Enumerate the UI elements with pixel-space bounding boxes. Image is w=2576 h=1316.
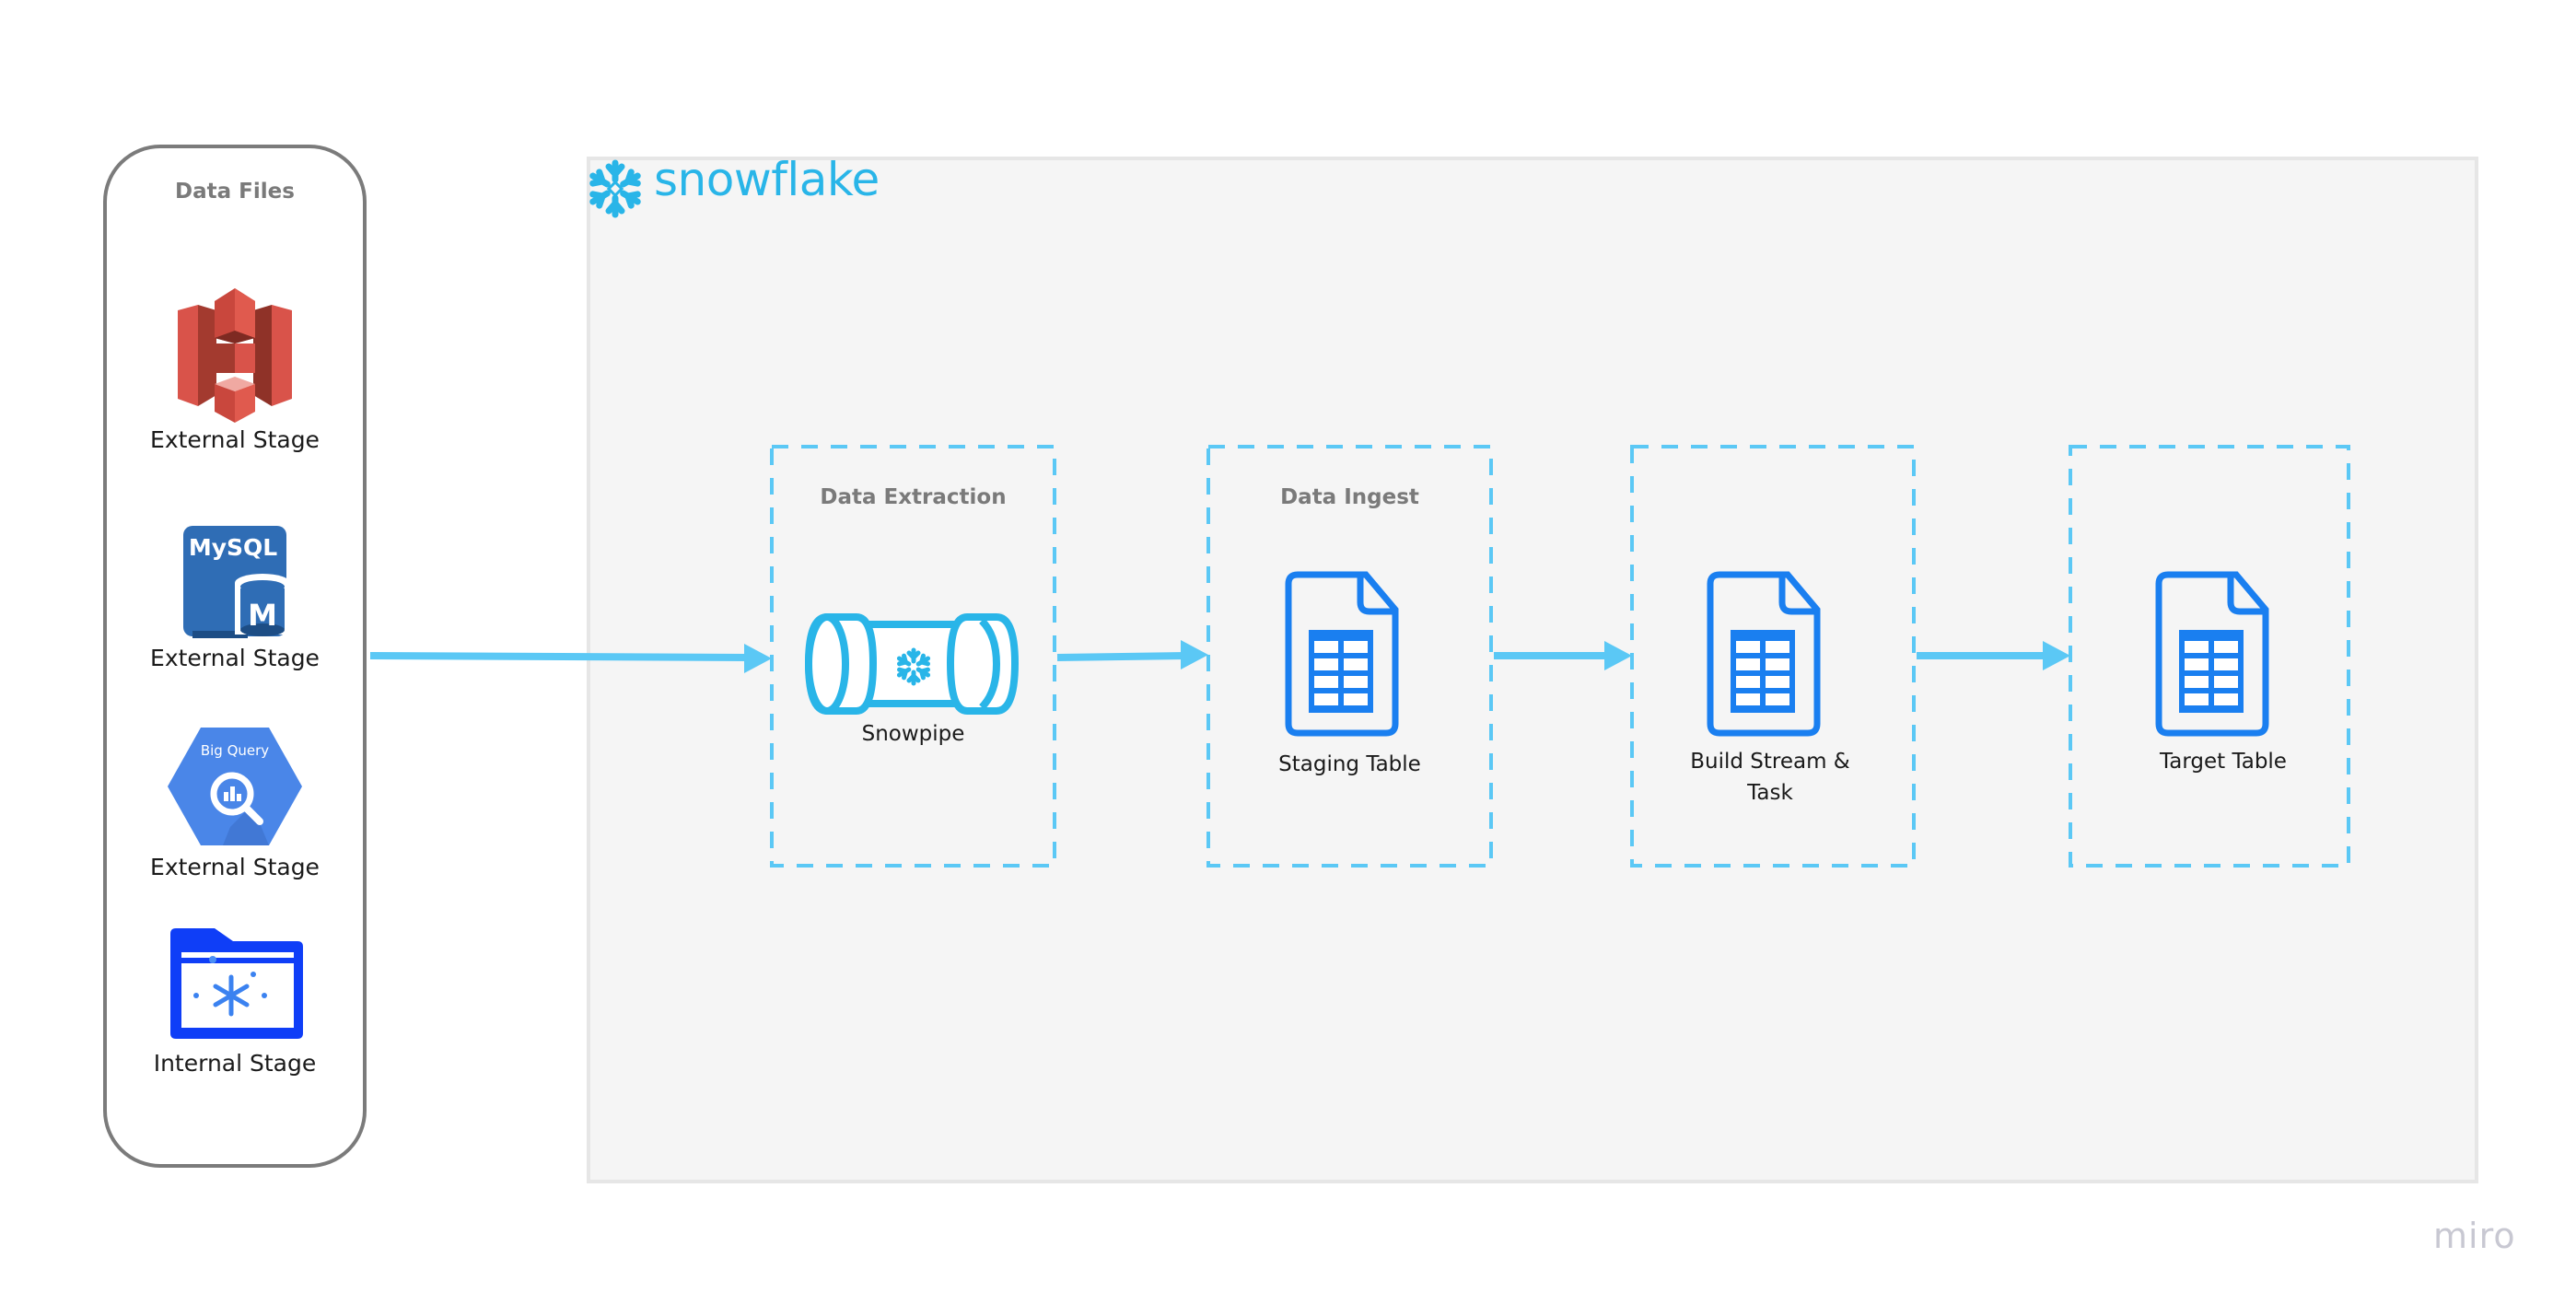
arrowhead-1 [744,644,772,673]
build-stream-task-icon [1707,571,1821,737]
arrowhead-4 [2043,641,2070,670]
node-label-target-table: Target Table [2160,750,2287,774]
node-label-snowpipe: Snowpipe [861,722,965,746]
staging-table-icon [1285,571,1399,737]
node-label-build-stream-task: Build Stream & Task [1690,750,1850,805]
arrowhead-2 [1181,640,1208,670]
stage-title-data-ingest: Data Ingest [1280,485,1419,509]
edge-datafiles-to-extraction [369,652,749,661]
miro-watermark: miro [2433,1216,2516,1256]
stage-data-extraction[interactable]: Data Extraction [772,485,1055,509]
edge-extraction-to-ingest [1056,652,1187,661]
arrowhead-3 [1604,641,1632,670]
node-label-staging-table: Staging Table [1278,752,1421,776]
snowpipe-icon [804,613,1020,715]
stage-data-ingest[interactable]: Data Ingest [1208,485,1491,509]
stage-title-data-extraction: Data Extraction [820,485,1007,509]
target-table-icon [2155,571,2269,737]
